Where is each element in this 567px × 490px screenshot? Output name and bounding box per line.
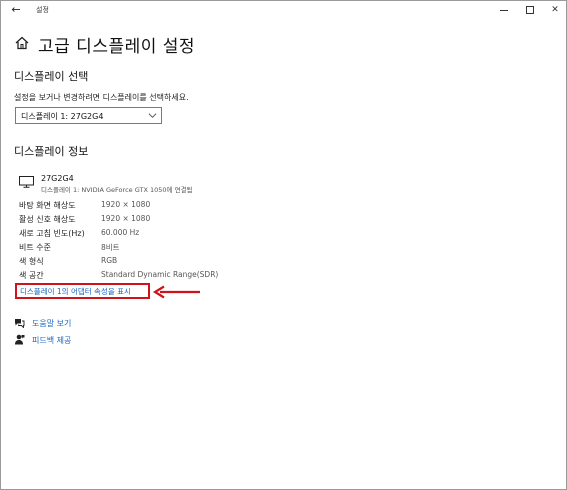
info-value: Standard Dynamic Range(SDR) (101, 270, 219, 279)
red-arrow-annotation (152, 285, 200, 299)
display-info-heading: 디스플레이 정보 (14, 145, 89, 158)
info-label: 활성 신호 해상도 (19, 215, 76, 224)
select-display-description: 설정을 보거나 변경하려면 디스플레이를 선택하세요. (14, 93, 189, 102)
adapter-properties-link[interactable]: 디스플레이 1의 어댑터 속성을 표시 (20, 286, 131, 297)
info-label: 비트 수준 (19, 243, 51, 252)
feedback-icon (15, 334, 25, 345)
maximize-icon (526, 6, 534, 14)
title-bar: ← 설정 ✕ (1, 1, 566, 21)
window-title: 설정 (36, 6, 49, 14)
display-dropdown-value: 디스플레이 1: 27G2G4 (21, 112, 104, 121)
minimize-icon (500, 10, 508, 11)
help-link[interactable]: 도움말 보기 (32, 318, 71, 329)
monitor-icon (19, 176, 34, 188)
info-value: 1920 × 1080 (101, 200, 151, 209)
chevron-down-icon (148, 113, 157, 118)
maximize-button[interactable] (519, 2, 541, 19)
monitor-name: 27G2G4 (41, 174, 74, 183)
close-button[interactable]: ✕ (544, 2, 566, 19)
info-label: 새로 고침 빈도(Hz) (19, 229, 85, 238)
home-icon[interactable] (14, 35, 30, 51)
info-value: RGB (101, 256, 118, 265)
info-value: 60.000 Hz (101, 228, 140, 237)
info-label: 색 형식 (19, 257, 44, 266)
select-display-heading: 디스플레이 선택 (14, 70, 89, 83)
info-label: 색 공간 (19, 271, 44, 280)
info-value: 1920 × 1080 (101, 214, 151, 223)
back-arrow-icon[interactable]: ← (9, 3, 23, 17)
minimize-button[interactable] (493, 2, 515, 19)
info-label: 바탕 화면 해상도 (19, 201, 76, 210)
feedback-link[interactable]: 피드백 제공 (32, 335, 71, 346)
help-chat-icon (15, 319, 25, 328)
monitor-connection: 디스플레이 1: NVIDIA GeForce GTX 1050에 연결됨 (41, 186, 193, 194)
info-value: 8비트 (101, 243, 120, 252)
display-dropdown[interactable]: 디스플레이 1: 27G2G4 (15, 107, 162, 124)
page-title: 고급 디스플레이 설정 (38, 37, 196, 57)
